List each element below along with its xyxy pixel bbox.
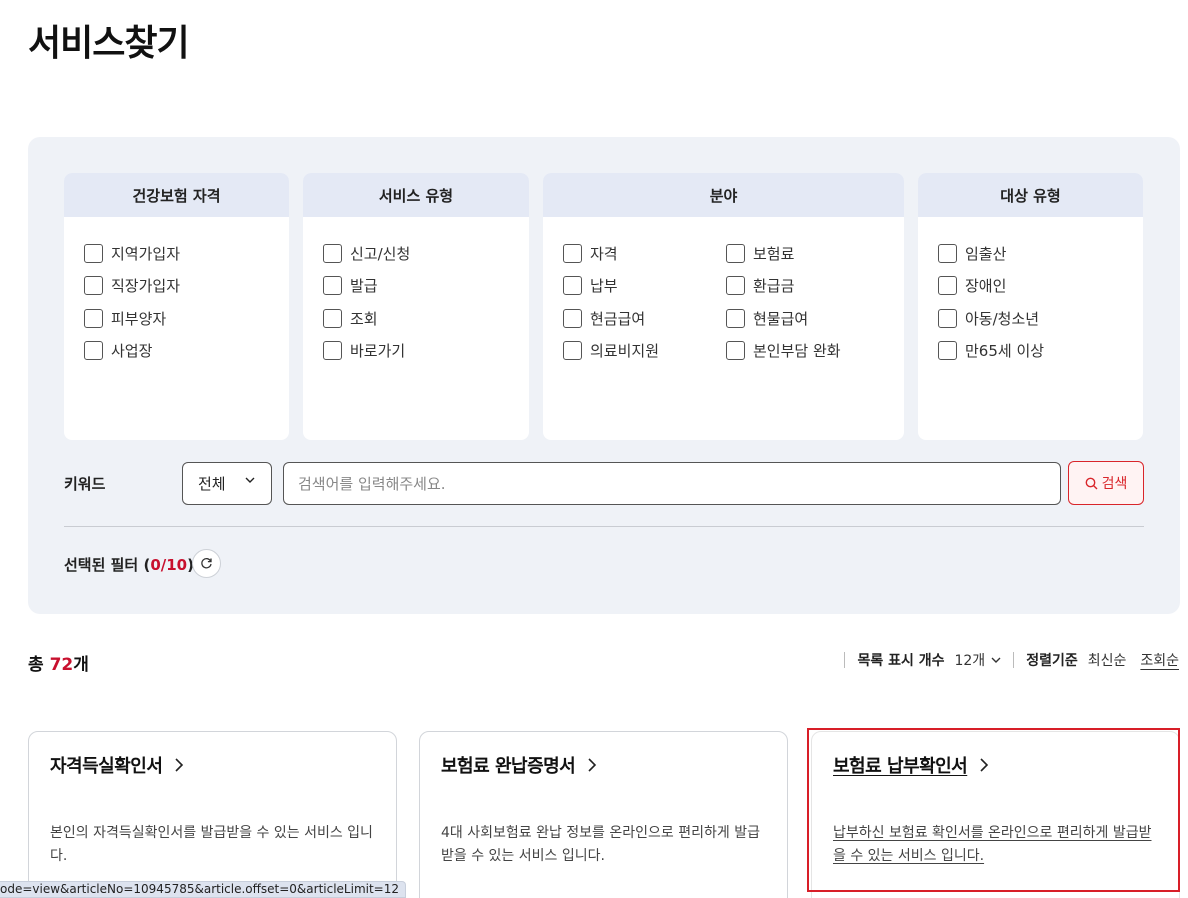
checkbox[interactable] (726, 341, 745, 361)
checkbox[interactable] (726, 308, 745, 328)
list-count-label: 목록 표시 개수 (857, 653, 945, 669)
checkbox[interactable] (323, 243, 342, 263)
service-card-highlighted[interactable]: 보험료 납부확인서 납부하신 보험료 확인서를 온라인으로 편리하게 발급받을 … (811, 731, 1180, 898)
checkbox[interactable] (726, 276, 745, 296)
checkbox[interactable] (563, 243, 582, 263)
total-count-number: 72 (49, 655, 74, 675)
filter-option-refund[interactable]: 환급금 (726, 270, 889, 303)
checkbox[interactable] (938, 341, 957, 361)
checkbox[interactable] (938, 308, 957, 328)
search-icon (1085, 477, 1098, 489)
checkbox[interactable] (323, 276, 342, 296)
card-title[interactable]: 자격득실확인서 (50, 752, 375, 778)
list-controls: 목록 표시 개수 12개 정렬기준 최신순 조회순 (832, 650, 1179, 670)
filter-option-inquiry[interactable]: 조회 (323, 302, 529, 335)
refresh-icon (201, 557, 212, 569)
checkbox[interactable] (563, 341, 582, 361)
separator (1013, 652, 1015, 668)
sort-latest[interactable]: 최신순 (1088, 650, 1127, 670)
search-button-label: 검색 (1101, 476, 1128, 492)
service-card[interactable]: 보험료 완납증명서 4대 사회보험료 완납 정보를 온라인으로 편리하게 발급받… (419, 731, 788, 898)
card-description: 4대 사회보험료 완납 정보를 온라인으로 편리하게 발급받을 수 있는 서비스… (441, 825, 760, 864)
filter-group-title: 대상 유형 (918, 173, 1143, 217)
filter-option-cash-benefit[interactable]: 현금급여 (563, 302, 726, 335)
checkbox[interactable] (323, 341, 342, 361)
filter-group-qualification: 건강보험 자격 지역가입자 직장가입자 피부양자 사업장 (64, 173, 289, 440)
filter-option-payment[interactable]: 납부 (563, 270, 726, 303)
filter-option-qualification[interactable]: 자격 (563, 237, 726, 270)
reset-filter-button[interactable] (192, 549, 221, 578)
filter-option-inkind-benefit[interactable]: 현물급여 (726, 302, 889, 335)
checkbox[interactable] (323, 308, 342, 328)
chevron-right-icon (175, 758, 184, 772)
card-title[interactable]: 보험료 완납증명서 (441, 752, 766, 778)
sort-views[interactable]: 조회순 (1140, 650, 1179, 670)
filter-option-disabled[interactable]: 장애인 (938, 270, 1143, 303)
filter-option-issue[interactable]: 발급 (323, 270, 529, 303)
service-card[interactable]: 자격득실확인서 본인의 자격득실확인서를 발급받을 수 있는 서비스 입니다. (28, 731, 397, 898)
checkbox[interactable] (563, 276, 582, 296)
status-bar-url: ode=view&articleNo=10945785&article.offs… (0, 881, 406, 898)
selected-filter-label: 선택된 필터 (0/10) (64, 556, 194, 574)
filter-option-copay-relief[interactable]: 본인부담 완화 (726, 335, 889, 368)
search-scope-value: 전체 (198, 475, 226, 493)
checkbox[interactable] (563, 308, 582, 328)
filter-group-title: 분야 (543, 173, 904, 217)
selected-filter-count: 0/10 (150, 556, 188, 574)
sort-label: 정렬기준 (1026, 653, 1078, 669)
chevron-down-icon (245, 477, 255, 483)
filter-panel: 건강보험 자격 지역가입자 직장가입자 피부양자 사업장 서비스 유형 신고/신… (28, 137, 1180, 614)
keyword-label: 키워드 (64, 475, 106, 493)
filter-group-service-type: 서비스 유형 신고/신청 발급 조회 바로가기 (303, 173, 529, 440)
filter-group-title: 서비스 유형 (303, 173, 529, 217)
checkbox[interactable] (938, 243, 957, 263)
filter-group-field: 분야 자격 보험료 납부 환급금 현금급여 현물급여 의료비지원 본인부담 완화 (543, 173, 904, 440)
filter-option-report[interactable]: 신고/신청 (323, 237, 529, 270)
filter-option-dependent[interactable]: 피부양자 (84, 302, 289, 335)
checkbox[interactable] (84, 243, 103, 263)
checkbox[interactable] (84, 341, 103, 361)
card-description: 납부하신 보험료 확인서를 온라인으로 편리하게 발급받을 수 있는 서비스 입… (833, 825, 1152, 864)
filter-group-title: 건강보험 자격 (64, 173, 289, 217)
filter-option-regional[interactable]: 지역가입자 (84, 237, 289, 270)
filter-option-premium[interactable]: 보험료 (726, 237, 889, 270)
card-title[interactable]: 보험료 납부확인서 (833, 752, 1158, 778)
filter-option-workplace[interactable]: 사업장 (84, 335, 289, 368)
filter-option-shortcut[interactable]: 바로가기 (323, 335, 529, 368)
search-button[interactable]: 검색 (1068, 461, 1144, 505)
filter-option-employee[interactable]: 직장가입자 (84, 270, 289, 303)
search-input[interactable] (283, 462, 1061, 505)
filter-option-youth[interactable]: 아동/청소년 (938, 302, 1143, 335)
total-count: 총 72개 (28, 655, 89, 675)
checkbox[interactable] (84, 276, 103, 296)
checkbox[interactable] (726, 243, 745, 263)
filter-option-medical-support[interactable]: 의료비지원 (563, 335, 726, 368)
filter-option-pregnancy[interactable]: 임출산 (938, 237, 1143, 270)
page-title: 서비스찾기 (28, 23, 190, 64)
checkbox[interactable] (84, 308, 103, 328)
checkbox[interactable] (938, 276, 957, 296)
list-count-select[interactable]: 12개 (954, 650, 1001, 670)
filter-option-senior[interactable]: 만65세 이상 (938, 335, 1143, 368)
chevron-right-icon (588, 758, 597, 772)
separator (844, 652, 846, 668)
filter-group-target: 대상 유형 임출산 장애인 아동/청소년 만65세 이상 (918, 173, 1143, 440)
chevron-right-icon (980, 758, 989, 772)
divider (64, 526, 1144, 527)
search-scope-select[interactable]: 전체 (182, 462, 272, 505)
card-description: 본인의 자격득실확인서를 발급받을 수 있는 서비스 입니다. (50, 825, 373, 864)
chevron-down-icon (991, 657, 1001, 663)
